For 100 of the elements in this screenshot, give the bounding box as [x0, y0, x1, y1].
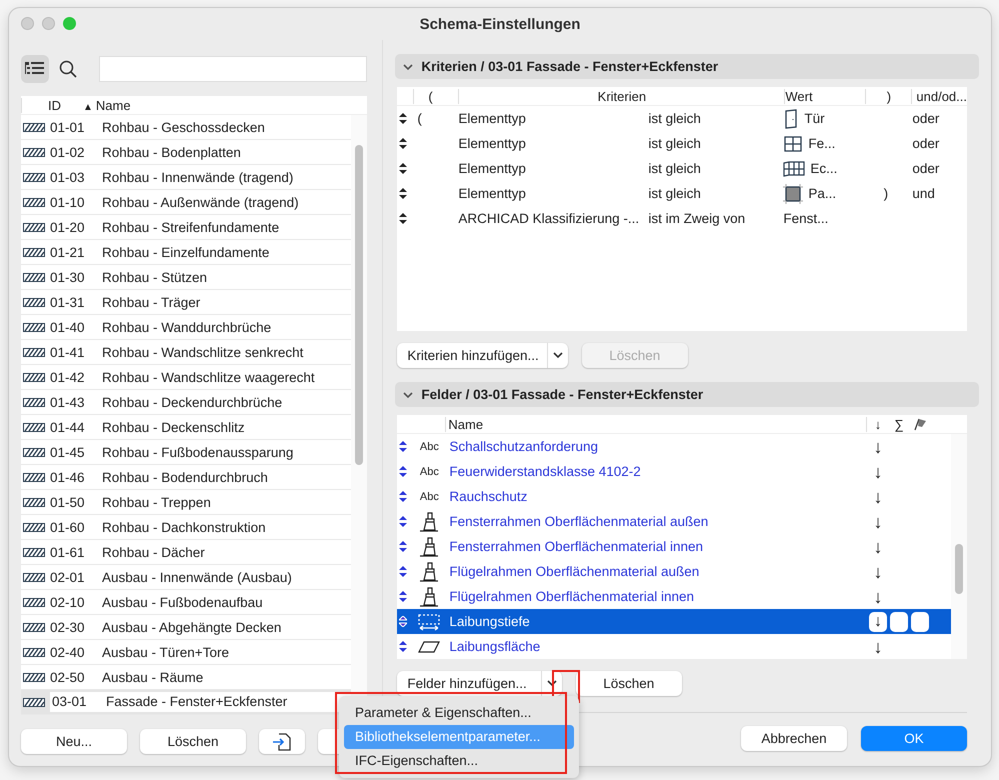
- delete-button[interactable]: Löschen: [140, 729, 246, 754]
- name-cell-text: Ausbau - Innenwände (Ausbau): [102, 570, 293, 584]
- field-row[interactable]: Laibungsfläche ↓: [397, 634, 951, 659]
- reorder-icon[interactable]: [399, 491, 408, 502]
- add-criteria-dropdown[interactable]: Kriterien hinzufügen...: [397, 343, 568, 368]
- import-button[interactable]: [259, 729, 305, 754]
- reorder-icon[interactable]: [399, 138, 408, 149]
- criterion-cell-text: Elementtyp: [458, 186, 527, 201]
- name-cell-text: Rohbau - Dachkonstruktion: [102, 520, 267, 534]
- column-header[interactable]: ): [865, 88, 912, 104]
- hatch-icon: [23, 572, 45, 582]
- list-view-icon[interactable]: [21, 55, 49, 83]
- field-row[interactable]: Abc Schallschutzanforderung ↓: [397, 434, 951, 459]
- reorder-icon[interactable]: [399, 113, 408, 124]
- id-cell-text: 02-10: [50, 594, 86, 610]
- field-name: Fensterrahmen Oberflächenmaterial innen: [448, 539, 704, 554]
- ok-button[interactable]: OK: [861, 726, 967, 751]
- name-cell-text: Rohbau - Wandschlitze senkrecht: [102, 344, 304, 360]
- field-row[interactable]: Flügelrahmen Oberflächenmaterial innen ↓: [397, 584, 951, 609]
- name-cell-text: Rohbau - Bodenplatten: [102, 144, 242, 160]
- paren-cell: ): [884, 186, 888, 201]
- section-header[interactable]: Kriterien / 03-01 Fassade - Fenster+Eckfenster: [395, 54, 979, 79]
- scrollbar-thumb[interactable]: [354, 145, 363, 465]
- cancel-button[interactable]: Abbrechen: [741, 726, 847, 751]
- field-row[interactable]: Laibungstiefe ↓: [397, 609, 951, 634]
- column-header[interactable]: Name: [445, 416, 866, 432]
- paren-cell: (: [417, 111, 422, 126]
- reorder-icon[interactable]: [399, 441, 408, 452]
- column-header[interactable]: ↓: [866, 416, 889, 432]
- type-label: Abc: [420, 466, 439, 478]
- name-cell-text: Rohbau - Träger: [102, 294, 202, 310]
- sort-arrow[interactable]: ↓: [874, 588, 882, 606]
- field-row[interactable]: Fensterrahmen Oberflächenmaterial außen ↓: [397, 509, 951, 534]
- hatch-icon: [23, 272, 45, 282]
- field-row[interactable]: Abc Rauchschutz ↓: [397, 484, 951, 509]
- column-header[interactable]: und/od...: [911, 88, 967, 104]
- sort-arrow[interactable]: ↓: [874, 488, 882, 506]
- sort-arrow[interactable]: ↓: [874, 462, 882, 480]
- value-cell: Ec...: [810, 161, 838, 176]
- name-cell-text: Ausbau - Fußbodenaufbau: [102, 594, 264, 610]
- reorder-icon[interactable]: [399, 466, 408, 477]
- hatch-icon: [23, 672, 45, 682]
- field-name: Fensterrahmen Oberflächenmaterial außen: [448, 514, 710, 529]
- hatch-icon: [23, 622, 45, 632]
- type-label: Abc: [420, 490, 439, 502]
- sort-arrow[interactable]: ↓: [874, 512, 882, 530]
- reorder-icon[interactable]: [399, 566, 408, 577]
- add-fields-dropdown[interactable]: Felder hinzufügen...: [397, 671, 562, 696]
- delete-button[interactable]: Löschen: [576, 671, 682, 696]
- column-header[interactable]: Wert: [784, 88, 866, 104]
- reorder-icon[interactable]: [399, 641, 408, 652]
- id-cell-text: 01-20: [50, 220, 86, 234]
- scrollbar-thumb[interactable]: [955, 544, 963, 594]
- name-cell-text: Rohbau - Treppen: [102, 494, 212, 510]
- field-name: Schallschutzanforderung: [448, 439, 599, 454]
- sort-arrow[interactable]: ↓: [874, 562, 882, 580]
- search-field[interactable]: [99, 56, 367, 82]
- sort-arrow[interactable]: ↓: [874, 538, 882, 556]
- flag-icon[interactable]: [913, 417, 927, 431]
- reorder-icon[interactable]: [399, 516, 408, 527]
- field-name: Laibungstiefe: [448, 614, 531, 629]
- operator-cell-text: ist gleich: [648, 136, 702, 151]
- column-header[interactable]: Kriterien: [458, 88, 784, 104]
- reorder-icon[interactable]: [399, 188, 408, 199]
- sum-toggle[interactable]: [890, 612, 908, 632]
- reorder-icon[interactable]: [399, 616, 408, 627]
- field-row[interactable]: Abc Feuerwiderstandsklasse 4102-2 ↓: [397, 459, 951, 484]
- new-button[interactable]: Neu...: [21, 729, 127, 754]
- brush-icon: [418, 560, 440, 582]
- name-cell-text: Rohbau - Bodendurchbruch: [102, 470, 269, 484]
- reorder-icon[interactable]: [399, 541, 408, 552]
- chevron-icon: [403, 390, 414, 398]
- column-header[interactable]: ∑: [889, 416, 909, 432]
- sort-toggle[interactable]: ↓: [869, 612, 887, 632]
- column-header[interactable]: ▲ Name: [81, 98, 367, 112]
- sort-arrow[interactable]: ↓: [874, 638, 882, 656]
- column-header[interactable]: (: [413, 88, 458, 104]
- flag-toggle[interactable]: [911, 612, 929, 632]
- criterion-cell-text: Elementtyp: [458, 161, 527, 176]
- menu-item[interactable]: IFC-Eigenschaften...: [344, 749, 574, 773]
- depth-icon: [417, 612, 442, 630]
- scheme-row[interactable]: 03-01 Fassade - Fenster+Eckfenster: [21, 690, 351, 715]
- column-header[interactable]: ID: [21, 98, 81, 112]
- reorder-icon[interactable]: [399, 163, 408, 174]
- field-name: Flügelrahmen Oberflächenmaterial außen: [448, 564, 700, 579]
- search-icon[interactable]: [59, 60, 77, 78]
- field-row[interactable]: Fensterrahmen Oberflächenmaterial innen ↓: [397, 534, 951, 559]
- hatch-icon: [23, 298, 45, 306]
- name-cell-text: Rohbau - Wandschlitze waagerecht: [102, 370, 316, 384]
- id-cell-text: 01-31: [50, 294, 86, 310]
- hatch-icon: [23, 248, 45, 256]
- reorder-icon[interactable]: [399, 213, 408, 224]
- section-header[interactable]: Felder / 03-01 Fassade - Fenster+Eckfenster: [395, 382, 979, 407]
- field-name: Feuerwiderstandsklasse 4102-2: [448, 464, 642, 479]
- sort-arrow[interactable]: ↓: [874, 438, 882, 456]
- logic-cell: oder: [912, 111, 940, 126]
- reorder-icon[interactable]: [399, 591, 408, 602]
- name-cell: Fassade - Fenster+Eckfenster: [102, 692, 351, 712]
- field-row[interactable]: Flügelrahmen Oberflächenmaterial außen ↓: [397, 559, 951, 584]
- name-cell-text: Rohbau - Deckendurchbrüche: [102, 394, 284, 410]
